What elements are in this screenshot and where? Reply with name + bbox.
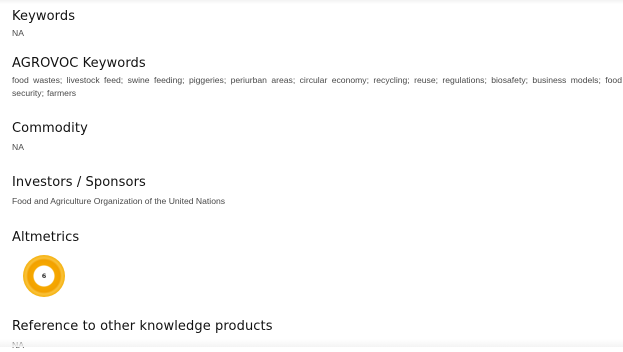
bottom-fade	[0, 339, 623, 347]
altmetric-badge[interactable]: 6	[23, 255, 65, 297]
altmetrics-heading: Altmetrics	[12, 230, 80, 245]
investors-value: Food and Agriculture Organization of the…	[12, 196, 226, 206]
investors-section: Investors / Sponsors Food and Agricultur…	[12, 175, 622, 208]
investors-heading: Investors / Sponsors	[12, 175, 146, 190]
keywords-section: Keywords NA	[12, 9, 622, 40]
references-section: Reference to other knowledge products NA	[12, 319, 622, 352]
commodity-section: Commodity NA	[12, 121, 622, 154]
altmetric-score: 6	[41, 272, 47, 280]
altmetrics-section: Altmetrics	[12, 230, 622, 246]
agrovoc-section: AGROVOC Keywords food wastes; livestock …	[12, 56, 622, 100]
commodity-heading: Commodity	[12, 121, 88, 136]
references-heading: Reference to other knowledge products	[12, 319, 273, 334]
agrovoc-heading: AGROVOC Keywords	[12, 56, 146, 71]
commodity-value: NA	[12, 142, 24, 152]
keywords-heading: Keywords	[12, 9, 76, 24]
keywords-value: NA	[12, 28, 24, 38]
agrovoc-value: food wastes; livestock feed; swine feedi…	[12, 75, 622, 98]
top-shadow	[0, 0, 623, 4]
